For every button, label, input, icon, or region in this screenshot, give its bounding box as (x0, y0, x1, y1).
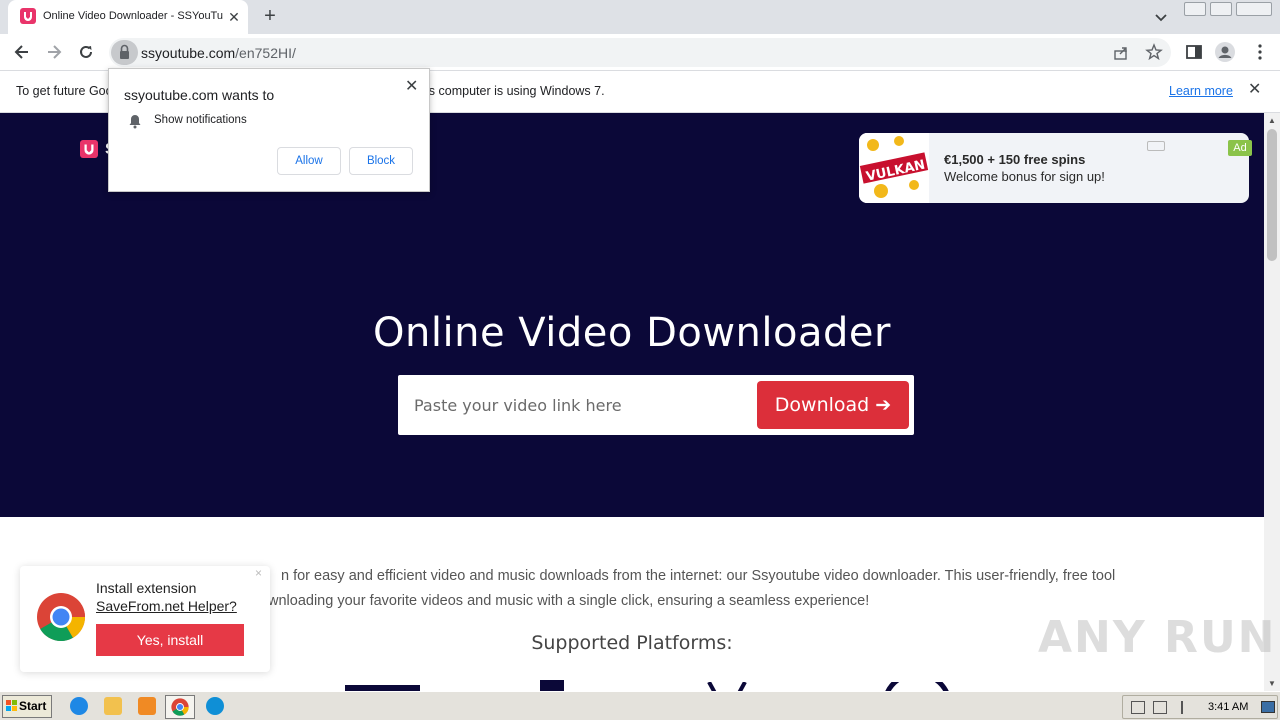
edge-icon[interactable] (206, 697, 224, 715)
url-text: ssyoutube.com/en752HI/ (141, 45, 296, 61)
page-scrollbar[interactable]: ▲ ▼ (1264, 113, 1280, 691)
permission-title: ssyoutube.com wants to (124, 87, 275, 103)
menu-kebab-icon[interactable] (1250, 42, 1270, 62)
ad-choices-icon[interactable] (1147, 141, 1165, 151)
allow-button[interactable]: Allow (277, 147, 341, 175)
notification-permission-popup: ssyoutube.com wants to ✕ Show notificati… (108, 68, 430, 192)
show-desktop-icon[interactable] (1261, 701, 1275, 713)
windows-taskbar: Start 3:41 AM (0, 691, 1280, 720)
tab-title: Online Video Downloader - SSYouTube (43, 10, 223, 22)
close-window-button[interactable] (1236, 2, 1272, 16)
tab-active[interactable]: Online Video Downloader - SSYouTube ✕ (8, 0, 248, 34)
ad-badge: Ad (1228, 140, 1252, 156)
lock-icon[interactable] (111, 40, 138, 65)
ad-title[interactable]: €1,500 + 150 free spins (944, 152, 1085, 167)
start-button[interactable]: Start (2, 695, 52, 718)
start-label: Start (19, 699, 47, 713)
description-line-1: n for easy and efficient video and music… (281, 568, 1116, 584)
url-search-form: Download ➔ (398, 375, 914, 435)
ssyoutube-favicon-icon (20, 8, 36, 24)
block-button[interactable]: Block (349, 147, 413, 175)
volume-icon[interactable] (1131, 701, 1145, 714)
restore-window-button[interactable] (1210, 2, 1232, 16)
tab-strip: Online Video Downloader - SSYouTube ✕ + (0, 0, 1280, 34)
reload-icon[interactable] (76, 42, 96, 62)
permission-close-icon[interactable]: ✕ (405, 76, 418, 96)
extension-link[interactable]: SaveFrom.net Helper? (96, 598, 237, 614)
chrome-logo-icon (36, 592, 86, 642)
share-icon[interactable] (1112, 44, 1130, 62)
site-logo-icon[interactable] (80, 140, 98, 158)
permission-label: Show notifications (154, 114, 247, 126)
scroll-down-arrow-icon[interactable]: ▼ (1268, 679, 1276, 688)
scrollbar-thumb[interactable] (1267, 129, 1277, 261)
platform-logo-2[interactable] (540, 680, 564, 691)
side-panel-icon[interactable] (1184, 42, 1204, 62)
chrome-taskbar-icon (171, 698, 189, 716)
taskbar-chrome-button[interactable] (165, 695, 195, 719)
forward-arrow-icon[interactable] (44, 42, 64, 62)
action-center-flag-icon[interactable] (1181, 701, 1193, 714)
media-player-icon[interactable] (138, 697, 156, 715)
description-line-2: wnloading your favorite videos and music… (268, 593, 870, 609)
ad-image[interactable]: VULKAN (859, 133, 929, 203)
extension-title: Install extension (96, 580, 197, 596)
address-bar[interactable]: ssyoutube.com/en752HI/ (109, 38, 1171, 67)
learn-more-link[interactable]: Learn more (1169, 84, 1233, 98)
tab-search-chevron-icon[interactable] (1152, 8, 1170, 26)
scroll-up-arrow-icon[interactable]: ▲ (1268, 116, 1276, 125)
browser-toolbar: ssyoutube.com/en752HI/ (0, 34, 1280, 71)
minimize-window-button[interactable] (1184, 2, 1206, 16)
windows-flag-icon (6, 700, 17, 711)
platform-logo-4[interactable] (884, 671, 950, 695)
ie-icon[interactable] (70, 697, 88, 715)
bookmark-star-icon[interactable] (1145, 43, 1163, 61)
extension-install-popup: Install extension SaveFrom.net Helper? Y… (20, 566, 270, 672)
tab-close-icon[interactable]: ✕ (226, 9, 242, 25)
new-tab-button[interactable]: + (260, 6, 280, 26)
anyrun-watermark: ANY RUN (1038, 612, 1277, 663)
system-tray (1122, 695, 1278, 719)
hero-title: Online Video Downloader (373, 310, 891, 356)
ad-subtitle[interactable]: Welcome bonus for sign up! (944, 169, 1105, 184)
download-button[interactable]: Download ➔ (757, 381, 909, 429)
taskbar-clock[interactable]: 3:41 AM (1208, 701, 1248, 713)
bell-icon (127, 113, 143, 129)
profile-avatar-icon[interactable] (1215, 42, 1235, 62)
infobar-close-icon[interactable]: ✕ (1248, 82, 1264, 98)
extension-close-icon[interactable]: × (255, 566, 262, 580)
video-link-input[interactable] (414, 393, 744, 417)
explorer-folder-icon[interactable] (104, 697, 122, 715)
network-icon[interactable] (1153, 701, 1167, 714)
back-arrow-icon[interactable] (12, 42, 32, 62)
platform-logo-3[interactable] (707, 680, 747, 694)
yes-install-button[interactable]: Yes, install (96, 624, 244, 656)
ad-banner[interactable]: VULKAN €1,500 + 150 free spins Welcome b… (859, 133, 1249, 203)
